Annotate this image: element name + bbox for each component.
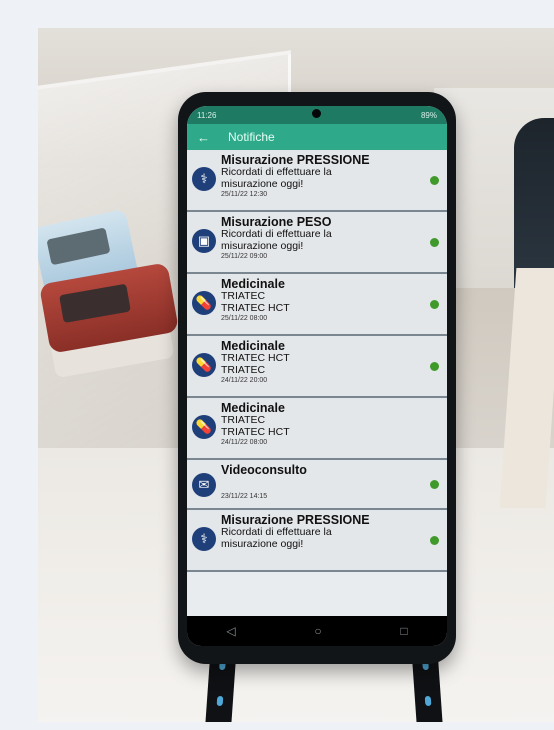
- notification-date: 25/11/22 12:30: [221, 191, 268, 198]
- notification-item[interactable]: ⚕ Misurazione PRESSIONE Ricordati di eff…: [187, 150, 447, 212]
- app-bar: ← Notifiche: [187, 124, 447, 150]
- android-nav-bar: ◁ ○ □: [187, 616, 447, 646]
- notification-date: 23/11/22 14:15: [221, 492, 268, 500]
- notification-date: 24/11/22 08:00: [221, 439, 268, 446]
- notification-title: Videoconsulto: [221, 463, 307, 477]
- notification-item[interactable]: 💊 Medicinale TRIATEC TRIATEC HCT 25/11/2…: [187, 274, 447, 336]
- unread-dot: [430, 176, 439, 185]
- pill-icon: 💊: [192, 353, 216, 377]
- notification-title: Misurazione PRESSIONE: [221, 513, 370, 527]
- stand-light: [424, 696, 432, 706]
- notification-line: TRIATEC HCT: [221, 301, 290, 314]
- unread-dot: [430, 362, 439, 371]
- front-camera: [312, 109, 321, 118]
- photo: 11:26 89% ← Notifiche ⚕ Misurazione PRES…: [38, 28, 554, 722]
- notification-date: 25/11/22 08:00: [221, 315, 268, 322]
- notification-item[interactable]: ⚕ Misurazione PRESSIONE Ricordati di eff…: [187, 510, 447, 572]
- recents-nav-icon[interactable]: □: [400, 624, 407, 638]
- pill-icon: 💊: [192, 415, 216, 439]
- notification-title: Misurazione PESO: [221, 215, 332, 229]
- back-arrow-icon[interactable]: ←: [197, 130, 210, 145]
- notification-list: ⚕ Misurazione PRESSIONE Ricordati di eff…: [187, 150, 447, 572]
- notification-line: misurazione oggi!: [221, 537, 304, 550]
- smartphone: 11:26 89% ← Notifiche ⚕ Misurazione PRES…: [178, 92, 456, 664]
- home-nav-icon[interactable]: ○: [314, 624, 321, 638]
- device-screen: [59, 283, 131, 324]
- stethoscope-icon: ⚕: [192, 527, 216, 551]
- notification-line: misurazione oggi!: [221, 177, 304, 190]
- phone-screen: 11:26 89% ← Notifiche ⚕ Misurazione PRES…: [187, 106, 447, 646]
- notification-title: Medicinale: [221, 401, 285, 415]
- unread-dot: [430, 300, 439, 309]
- notification-line: Ricordati di effettuare la: [221, 228, 332, 240]
- scale-icon: ▣: [192, 229, 216, 253]
- notification-line: TRIATEC: [221, 290, 266, 302]
- notification-line: TRIATEC: [221, 414, 266, 426]
- notification-line: Ricordati di effettuare la: [221, 526, 332, 538]
- notification-title: Medicinale: [221, 339, 285, 353]
- notification-line: [221, 477, 419, 489]
- notification-title: Medicinale: [221, 277, 285, 291]
- notification-line: TRIATEC: [221, 363, 266, 376]
- mail-icon: ✉: [192, 473, 216, 497]
- notification-line: TRIATEC HCT: [221, 425, 290, 438]
- notification-item[interactable]: ✉ Videoconsulto 23/11/22 14:15: [187, 460, 447, 510]
- device-screen: [46, 227, 111, 266]
- notification-date: 25/11/22 09:00: [221, 253, 268, 260]
- background-card: [499, 268, 554, 508]
- notification-title: Misurazione PRESSIONE: [221, 153, 370, 167]
- unread-dot: [430, 238, 439, 247]
- status-time: 11:26: [197, 110, 217, 120]
- notification-date: 24/11/22 20:00: [221, 377, 268, 384]
- notification-item[interactable]: ▣ Misurazione PESO Ricordati di effettua…: [187, 212, 447, 274]
- status-battery: 89%: [420, 110, 437, 120]
- back-nav-icon[interactable]: ◁: [226, 624, 235, 638]
- stand-light: [216, 696, 224, 706]
- stethoscope-icon: ⚕: [192, 167, 216, 191]
- notification-line: Ricordati di effettuare la: [221, 166, 332, 178]
- unread-dot: [430, 536, 439, 545]
- notification-item[interactable]: 💊 Medicinale TRIATEC TRIATEC HCT 24/11/2…: [187, 398, 447, 460]
- page-title: Notifiche: [228, 130, 275, 144]
- notification-line: TRIATEC HCT: [221, 352, 290, 364]
- background-dark-object: [514, 118, 554, 288]
- notification-item[interactable]: 💊 Medicinale TRIATEC HCT TRIATEC 24/11/2…: [187, 336, 447, 398]
- pill-icon: 💊: [192, 291, 216, 315]
- unread-dot: [430, 480, 439, 489]
- notification-line: misurazione oggi!: [221, 239, 304, 252]
